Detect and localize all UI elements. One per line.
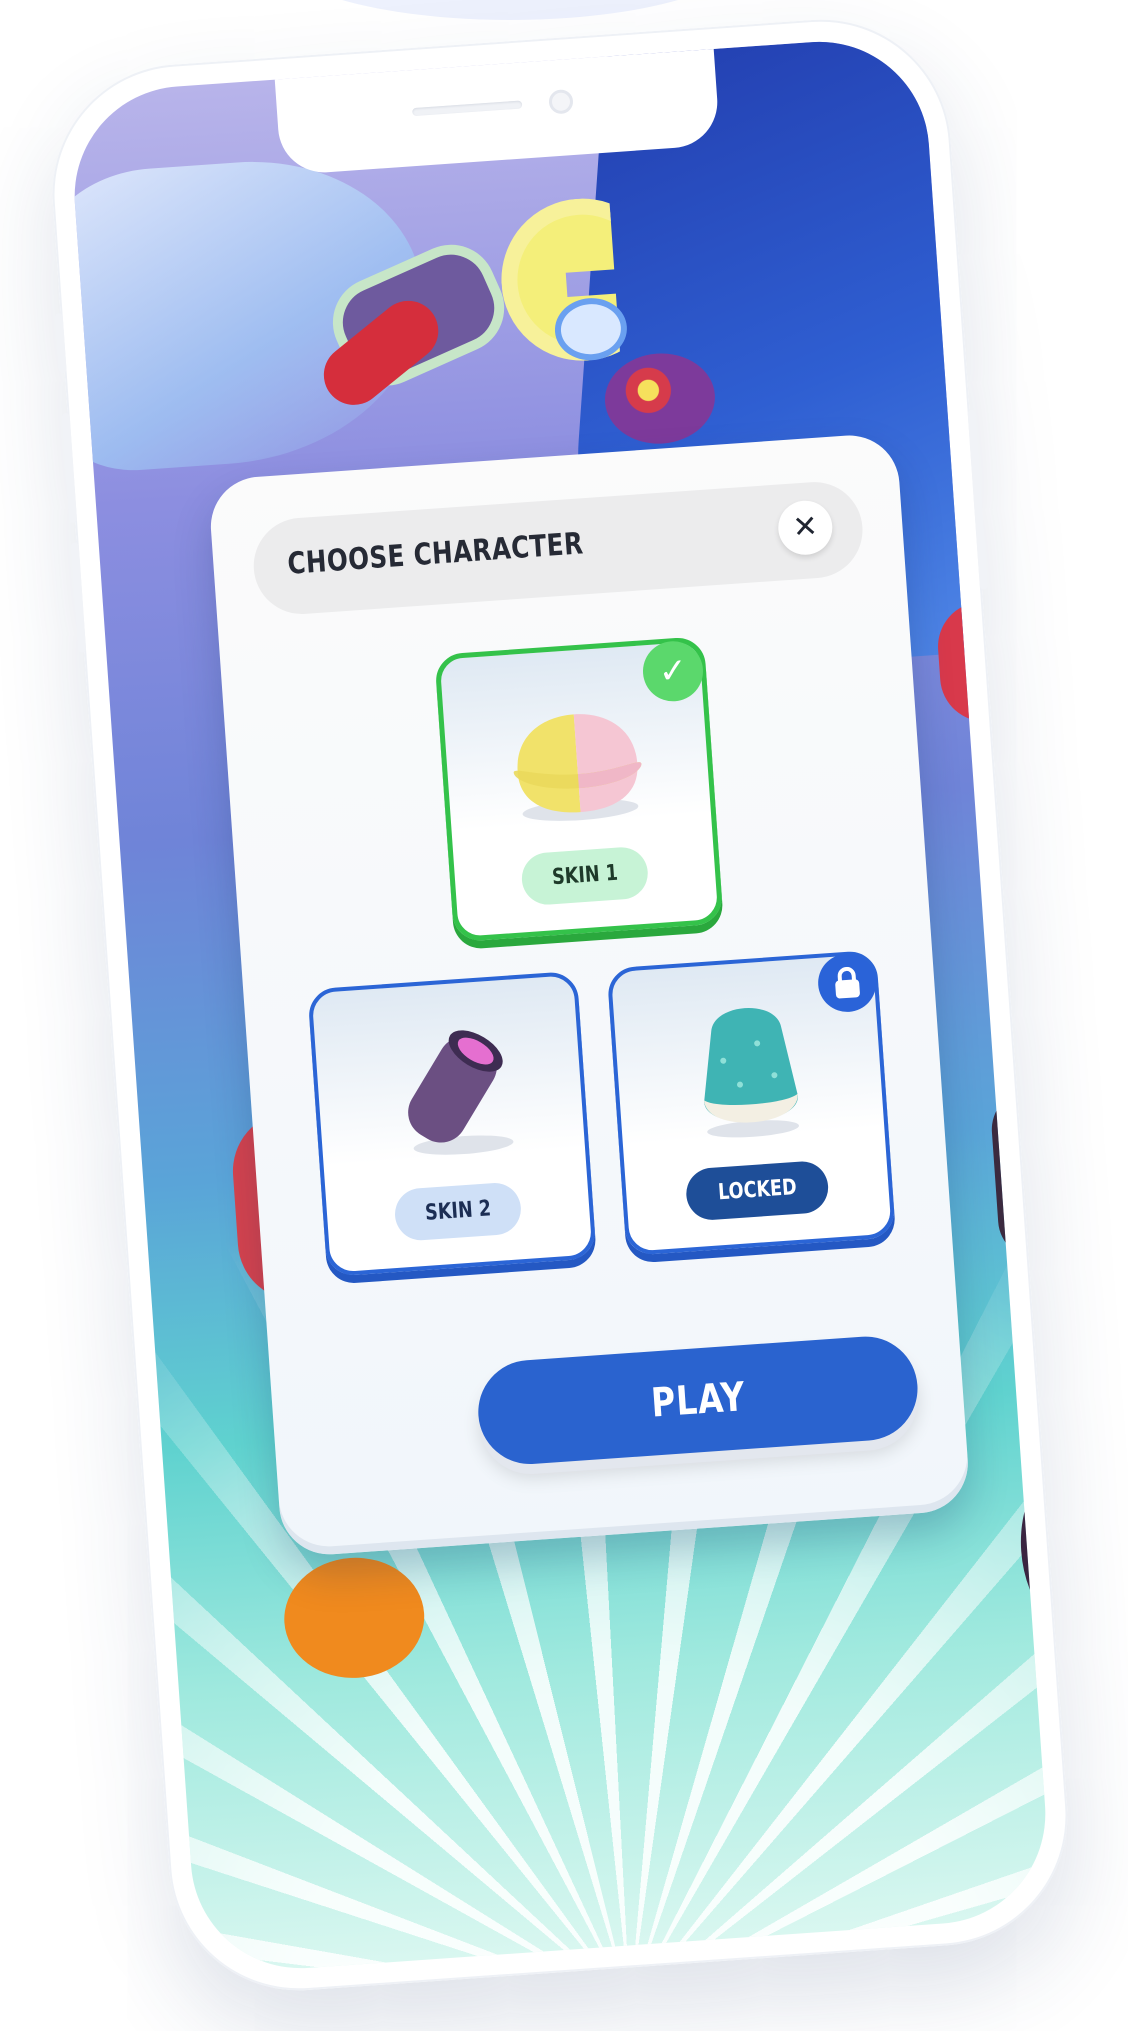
background-halo bbox=[270, 0, 750, 20]
locked-label: LOCKED bbox=[684, 1159, 831, 1222]
dialog-header: CHOOSE CHARACTER ✕ bbox=[250, 478, 866, 618]
close-icon: ✕ bbox=[791, 509, 819, 545]
teal-gumdrop-candy-image bbox=[703, 1007, 799, 1138]
camera-icon bbox=[548, 88, 574, 115]
skin-card-2[interactable]: SKIN 2 bbox=[307, 970, 597, 1277]
choose-character-dialog: CHOOSE CHARACTER ✕ SKIN 1 ✓ SKIN 2 LOCKE… bbox=[207, 432, 972, 1558]
power-button bbox=[967, 409, 989, 590]
play-label: PLAY bbox=[649, 1374, 747, 1427]
check-icon: ✓ bbox=[640, 639, 706, 704]
game-screen: CHOOSE CHARACTER ✕ SKIN 1 ✓ SKIN 2 LOCKE… bbox=[67, 34, 1053, 1976]
speaker-grille bbox=[412, 100, 523, 117]
purple-licorice-candy-image bbox=[408, 1030, 514, 1155]
yellow-pink-candy-image bbox=[513, 714, 642, 821]
dialog-title: CHOOSE CHARACTER bbox=[286, 526, 585, 582]
close-button[interactable]: ✕ bbox=[776, 498, 835, 557]
skin-card-1[interactable]: SKIN 1 ✓ bbox=[434, 636, 724, 943]
volume-down-button bbox=[70, 542, 87, 653]
lock-icon bbox=[816, 951, 879, 1014]
play-button[interactable]: PLAY bbox=[474, 1333, 922, 1468]
skin-label: SKIN 2 bbox=[393, 1181, 524, 1242]
skin-label: SKIN 1 bbox=[520, 845, 650, 907]
phone-frame: CHOOSE CHARACTER ✕ SKIN 1 ✓ SKIN 2 LOCKE… bbox=[43, 10, 1077, 2000]
volume-up-button bbox=[61, 412, 78, 524]
mute-switch bbox=[54, 313, 67, 374]
skin-card-locked[interactable]: LOCKED bbox=[606, 949, 897, 1256]
strawberry-gummy bbox=[935, 598, 1034, 725]
